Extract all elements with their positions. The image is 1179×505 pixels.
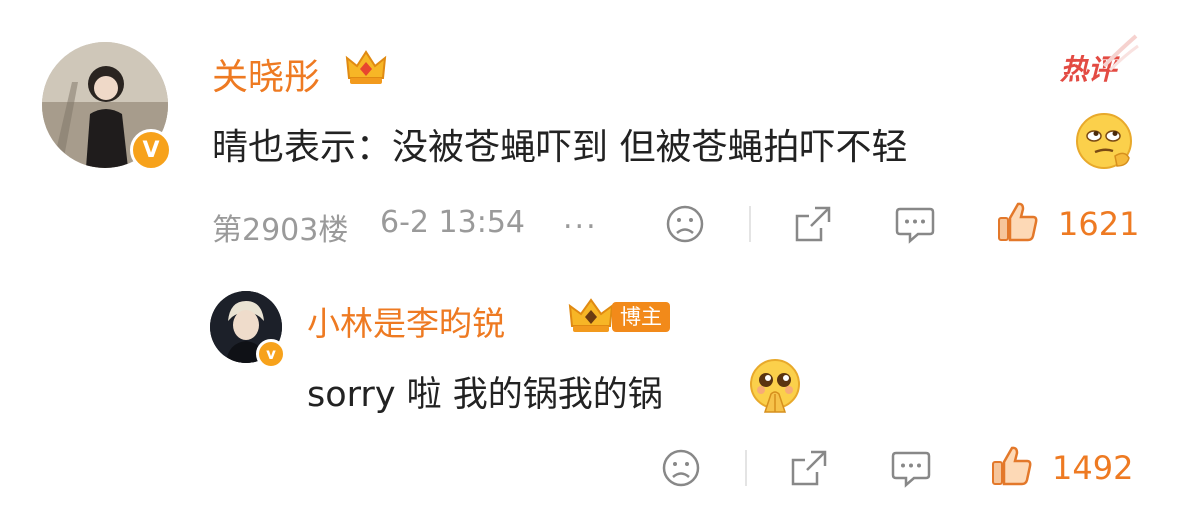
crown-icon <box>344 46 388 90</box>
comment-time: 6-2 13:54 <box>380 205 525 240</box>
like-count: 1492 <box>1052 449 1134 487</box>
thumbs-up-icon[interactable] <box>996 200 1040 244</box>
verified-badge: V <box>130 129 172 171</box>
comment-icon[interactable] <box>894 205 936 245</box>
crown-icon <box>566 294 616 338</box>
share-icon[interactable] <box>789 448 829 488</box>
comment-text: 晴也表示：没被苍蝇吓到 但被苍蝇拍吓不轻 <box>212 127 908 168</box>
dislike-face-icon[interactable] <box>665 204 705 244</box>
like-count: 1621 <box>1058 205 1140 243</box>
divider <box>745 450 747 486</box>
thumbs-up-icon[interactable] <box>990 444 1034 488</box>
blogger-badge: 博主 <box>612 302 670 332</box>
divider <box>749 206 751 242</box>
comment-icon[interactable] <box>890 449 932 489</box>
rolling-eyes-emoji <box>1075 112 1133 174</box>
reply-text: sorry 啦 我的锅我的锅 <box>307 375 663 415</box>
comment-floor: 第2903楼 <box>212 213 349 248</box>
reply-author-name[interactable]: 小林是李昀锐 <box>307 297 505 345</box>
pleading-emoji <box>747 358 803 418</box>
share-icon[interactable] <box>793 204 833 244</box>
comment-author-name[interactable]: 关晓彤 <box>212 48 320 100</box>
hot-tag-decoration <box>1102 34 1139 72</box>
verified-badge: v <box>256 339 286 369</box>
more-button[interactable]: ... <box>563 201 598 236</box>
dislike-face-icon[interactable] <box>661 448 701 488</box>
